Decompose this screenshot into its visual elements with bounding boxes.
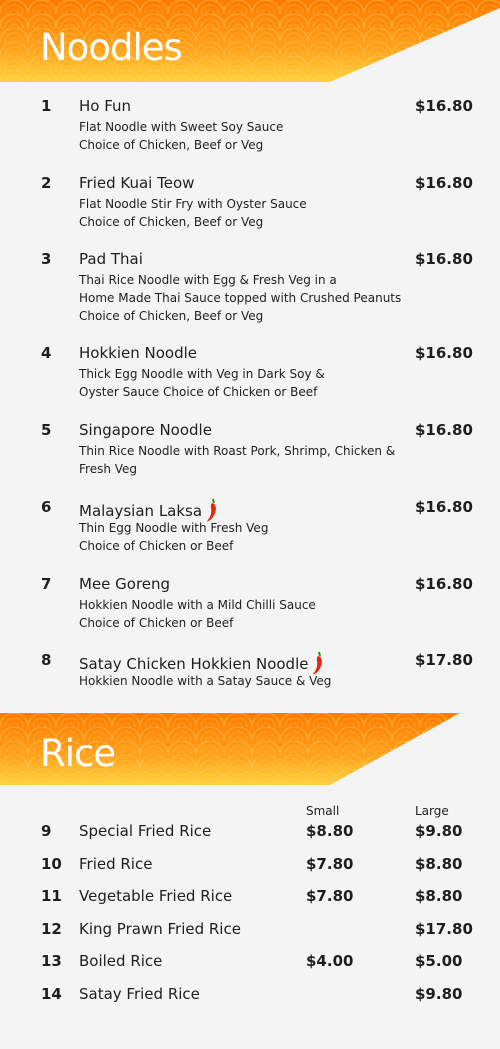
noodles-title: Noodles: [40, 26, 183, 69]
item-name: Mee Goreng: [79, 575, 170, 593]
item-name-text: Ho Fun: [79, 97, 132, 115]
item-name-text: Mee Goreng: [79, 575, 171, 593]
item-number: 13: [41, 952, 62, 970]
item-name: Boiled Rice: [79, 952, 163, 970]
item-number: 8: [41, 651, 52, 669]
item-description: Thin Rice Noodle with Roast Pork, Shrimp…: [79, 444, 396, 476]
rice-title: Rice: [40, 732, 116, 775]
item-number: 3: [41, 250, 52, 268]
item-description: Hokkien Noodle with a Mild Chilli Sauce …: [79, 598, 316, 630]
item-name-text: Satay Chicken Hokkien Noodle: [79, 655, 309, 673]
item-number: 4: [41, 344, 52, 362]
price-small: $4.00: [306, 952, 354, 970]
item-price: $16.80: [415, 174, 473, 192]
item-price: $16.80: [415, 97, 473, 115]
noodles-banner: Noodles: [0, 0, 500, 82]
item-name: Ho Fun: [79, 97, 131, 115]
rice-row: 11 Vegetable Fried Rice $7.80 $8.80: [0, 887, 500, 909]
item-name: Satay Fried Rice: [79, 985, 200, 1003]
item-description: Thick Egg Noodle with Veg in Dark Soy & …: [79, 367, 325, 399]
item-description: Hokkien Noodle with a Satay Sauce & Veg: [79, 674, 332, 688]
item-number: 11: [41, 887, 62, 905]
item-description: Thin Egg Noodle with Fresh Veg Choice of…: [79, 521, 269, 553]
rice-col-large-header: Large: [415, 804, 449, 818]
item-name: Fried Kuai Teow: [79, 174, 194, 192]
item-name-text: Fried Kuai Teow: [79, 174, 195, 192]
item-number: 1: [41, 97, 52, 115]
rice-row: 14 Satay Fried Rice $9.80: [0, 985, 500, 1007]
item-number: 7: [41, 575, 52, 593]
item-price: $16.80: [415, 421, 473, 439]
item-description: Flat Noodle Stir Fry with Oyster Sauce C…: [79, 197, 307, 229]
item-name: Vegetable Fried Rice: [79, 887, 233, 905]
item-name-text: Pad Thai: [79, 250, 143, 268]
item-number: 2: [41, 174, 52, 192]
item-number: 14: [41, 985, 62, 1003]
rice-row: 10 Fried Rice $7.80 $8.80: [0, 855, 500, 877]
price-large: $8.80: [415, 855, 463, 873]
item-price: $16.80: [415, 498, 473, 516]
price-large: $8.80: [415, 887, 463, 905]
price-large: $9.80: [415, 985, 463, 1003]
rice-banner: Rice: [0, 713, 500, 785]
item-number: 10: [41, 855, 62, 873]
price-large: $17.80: [415, 920, 473, 938]
item-name-text: Malaysian Laksa: [79, 502, 203, 520]
item-name: Special Fried Rice: [79, 822, 212, 840]
price-small: $8.80: [306, 822, 354, 840]
item-price: $16.80: [415, 250, 473, 268]
item-name: King Prawn Fried Rice: [79, 920, 241, 938]
rice-row: 13 Boiled Rice $4.00 $5.00: [0, 952, 500, 974]
price-small: $7.80: [306, 855, 354, 873]
price-large: $9.80: [415, 822, 463, 840]
item-name: Hokkien Noodle: [79, 344, 197, 362]
item-name-text: Singapore Noodle: [79, 421, 212, 439]
item-name: Pad Thai: [79, 250, 143, 268]
item-number: 5: [41, 421, 52, 439]
item-price: $16.80: [415, 344, 473, 362]
item-description: Flat Noodle with Sweet Soy Sauce Choice …: [79, 120, 284, 152]
rice-row: 9 Special Fried Rice $8.80 $9.80: [0, 822, 500, 844]
item-number: 9: [41, 822, 52, 840]
rice-row: 12 King Prawn Fried Rice $17.80: [0, 920, 500, 942]
price-large: $5.00: [415, 952, 463, 970]
item-price: $16.80: [415, 575, 473, 593]
item-name: Fried Rice: [79, 855, 153, 873]
item-name: Singapore Noodle: [79, 421, 212, 439]
item-description: Thai Rice Noodle with Egg & Fresh Veg in…: [79, 273, 402, 323]
rice-col-small-header: Small: [306, 804, 340, 818]
item-price: $17.80: [415, 651, 473, 669]
item-name-text: Hokkien Noodle: [79, 344, 197, 362]
item-number: 12: [41, 920, 62, 938]
item-number: 6: [41, 498, 52, 516]
price-small: $7.80: [306, 887, 354, 905]
